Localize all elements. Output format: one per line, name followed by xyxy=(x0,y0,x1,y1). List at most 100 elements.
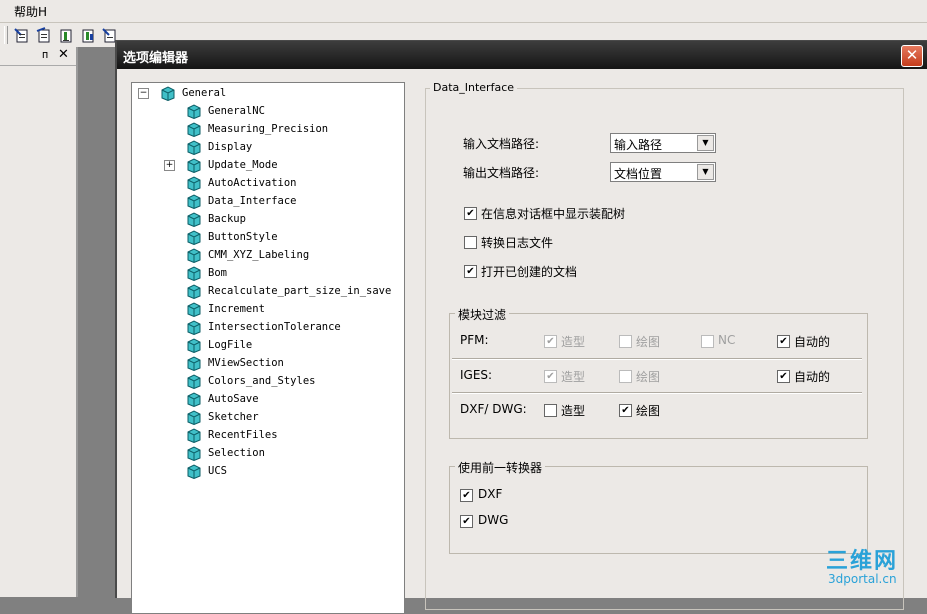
cube-icon xyxy=(187,320,201,335)
tree-node-label: Measuring_Precision xyxy=(208,123,329,135)
tree-node-label: ButtonStyle xyxy=(208,231,278,243)
pfm-auto-label: 自动的 xyxy=(794,335,831,349)
output-path-select[interactable]: 文档位置 ▼ xyxy=(610,162,716,182)
tree-collapse-toggle[interactable]: − xyxy=(138,88,149,99)
tree-node-label: AutoActivation xyxy=(208,177,297,189)
dialog-title: 选项编辑器 xyxy=(123,51,189,66)
dxf-dwg-label: DXF/ DWG: xyxy=(460,402,527,416)
pfm-auto-checkbox[interactable]: ✔ xyxy=(777,335,790,348)
show-assembly-checkbox[interactable]: ✔ xyxy=(464,207,477,220)
options-editor-dialog: 选项编辑器 ✕ − General + GeneralNC Measuring_P… xyxy=(115,40,927,614)
tree-node-label: Recalculate_part_size_in_save xyxy=(208,285,392,297)
tree-node-label: Colors_and_Styles xyxy=(208,375,316,387)
pfm-nc-checkbox[interactable] xyxy=(701,335,714,348)
output-path-label: 输出文档路径: xyxy=(463,166,540,180)
input-path-select[interactable]: 输入路径 ▼ xyxy=(610,133,716,153)
dxf-modeling-checkbox[interactable] xyxy=(544,404,557,417)
cube-icon xyxy=(187,392,201,407)
output-path-value: 文档位置 xyxy=(614,167,663,181)
iges-drawing-label: 绘图 xyxy=(636,370,661,384)
divider xyxy=(452,358,862,360)
pfm-nc-label: NC xyxy=(718,333,736,347)
pfm-drawing-checkbox[interactable] xyxy=(619,335,632,348)
iges-auto-checkbox[interactable]: ✔ xyxy=(777,370,790,383)
cube-icon xyxy=(187,428,201,443)
cube-icon xyxy=(187,374,201,389)
cube-icon xyxy=(187,338,201,353)
docked-pane: ᴨ ✕ xyxy=(0,47,76,597)
tree-node-label: Increment xyxy=(208,303,265,315)
tree-node-label: IntersectionTolerance xyxy=(208,321,341,333)
dxf-modeling-label: 造型 xyxy=(561,404,586,418)
watermark-url: 3dportal.cn xyxy=(828,572,897,586)
chevron-down-icon[interactable]: ▼ xyxy=(697,135,714,151)
pfm-label: PFM: xyxy=(460,333,489,347)
doc-tool-icon-2[interactable] xyxy=(34,26,54,44)
menu-help[interactable]: 帮助H xyxy=(14,3,47,20)
iges-auto-label: 自动的 xyxy=(794,370,831,384)
open-created-label: 打开已创建的文档 xyxy=(481,265,578,279)
tree-node-label: GeneralNC xyxy=(208,105,265,117)
tree-node-label: LogFile xyxy=(208,339,253,351)
convert-log-checkbox[interactable] xyxy=(464,236,477,249)
convert-log-label: 转换日志文件 xyxy=(481,236,554,250)
tree-node-label: Backup xyxy=(208,213,246,225)
input-path-value: 输入路径 xyxy=(614,138,663,152)
tree-node-label: Selection xyxy=(208,447,265,459)
iges-label: IGES: xyxy=(460,368,493,382)
cube-icon xyxy=(187,104,201,119)
pfm-drawing-label: 绘图 xyxy=(636,335,661,349)
dwg-converter-label: DWG xyxy=(478,513,509,527)
cube-icon xyxy=(187,284,201,299)
menubar: 帮助H xyxy=(0,0,927,23)
tree-node-label: General xyxy=(182,87,227,99)
pfm-modeling-label: 造型 xyxy=(561,335,586,349)
tree-expand-toggle[interactable]: + xyxy=(164,160,175,171)
pfm-modeling-checkbox[interactable]: ✔ xyxy=(544,335,557,348)
tree-node-label: MViewSection xyxy=(208,357,284,369)
watermark-logo: 三维网 xyxy=(826,549,899,574)
toolbar-grip[interactable] xyxy=(4,26,8,44)
divider xyxy=(452,392,862,394)
cube-icon xyxy=(187,230,201,245)
cube-icon xyxy=(187,266,201,281)
cube-icon xyxy=(187,302,201,317)
iges-modeling-checkbox[interactable]: ✔ xyxy=(544,370,557,383)
doc-tool-icon-3[interactable] xyxy=(56,26,76,44)
tree-node-label: Bom xyxy=(208,267,227,279)
iges-drawing-checkbox[interactable] xyxy=(619,370,632,383)
options-tree[interactable]: − General + GeneralNC Measuring_Precision… xyxy=(131,82,405,614)
open-created-checkbox[interactable]: ✔ xyxy=(464,265,477,278)
dxf-drawing-label: 绘图 xyxy=(636,404,661,418)
dialog-close-button[interactable]: ✕ xyxy=(901,45,923,67)
cube-icon xyxy=(187,464,201,479)
dxf-drawing-checkbox[interactable]: ✔ xyxy=(619,404,632,417)
doc-tool-icon-1[interactable] xyxy=(12,26,32,44)
panel-title: Data_Interface xyxy=(430,81,518,94)
docked-pane-header: ᴨ ✕ xyxy=(0,47,76,66)
dxf-converter-checkbox[interactable]: ✔ xyxy=(460,489,473,502)
tree-node-label: AutoSave xyxy=(208,393,259,405)
show-assembly-label: 在信息对话框中显示装配树 xyxy=(481,207,626,221)
prev-converter-group xyxy=(449,466,868,554)
pin-icon[interactable]: ᴨ xyxy=(42,48,48,61)
dwg-converter-checkbox[interactable]: ✔ xyxy=(460,515,473,528)
doc-tool-icon-4[interactable] xyxy=(78,26,98,44)
module-filter-title: 模块过滤 xyxy=(455,306,510,323)
cube-icon xyxy=(161,86,175,101)
tree-node-label: UCS xyxy=(208,465,227,477)
prev-converter-title: 使用前一转换器 xyxy=(455,459,546,476)
cube-icon xyxy=(187,410,201,425)
chevron-down-icon[interactable]: ▼ xyxy=(697,164,714,180)
tree-node-label: Display xyxy=(208,141,253,153)
cube-icon xyxy=(187,248,201,263)
cube-icon xyxy=(187,356,201,371)
tree-node-label: Update_Mode xyxy=(208,159,278,171)
dialog-titlebar[interactable]: 选项编辑器 ✕ xyxy=(117,41,927,69)
close-icon[interactable]: ✕ xyxy=(58,47,69,62)
tree-node-label: RecentFiles xyxy=(208,429,278,441)
pane-splitter[interactable] xyxy=(76,47,78,597)
tree-node-label: Data_Interface xyxy=(208,195,297,207)
cube-icon xyxy=(187,446,201,461)
tree-node-label: CMM_XYZ_Labeling xyxy=(208,249,310,261)
